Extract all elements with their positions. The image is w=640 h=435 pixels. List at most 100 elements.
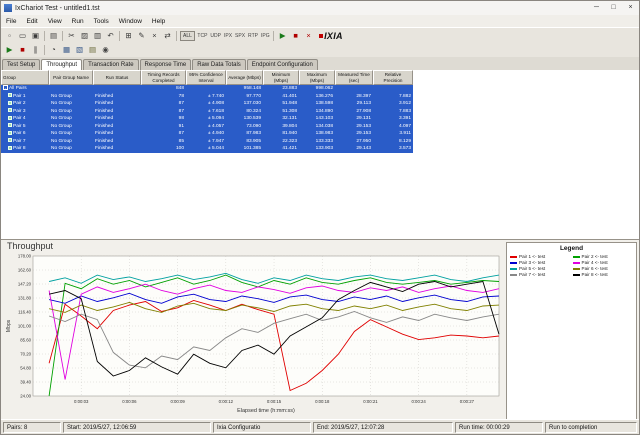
run-test-icon[interactable]: ▶: [277, 30, 289, 42]
app-icon: [4, 4, 12, 12]
table-cell: 3.912: [373, 100, 413, 108]
column-header-timing-records-completed[interactable]: Timing Records Completed: [141, 70, 186, 85]
settings-icon[interactable]: ◉: [100, 44, 112, 56]
svg-text:0:00:12: 0:00:12: [219, 399, 234, 404]
pair-checkbox-icon[interactable]: [8, 123, 12, 127]
column-header-group[interactable]: Group: [1, 70, 49, 85]
table-row-pair-7[interactable]: Pair 7No GroupFinished85± 7.94783.90522.…: [1, 138, 413, 146]
report-icon[interactable]: ▤: [87, 44, 99, 56]
tree-label: Pair 4: [1, 115, 49, 123]
open-test-icon[interactable]: ▭: [17, 30, 29, 42]
column-header-95-confidence-interval[interactable]: 95% Confidence Interval: [186, 70, 226, 85]
legend-color-sample: [573, 256, 580, 258]
table-row-pair-1[interactable]: Pair 1No GroupFinished78± 7.74097.77041.…: [1, 93, 413, 101]
paste-icon[interactable]: ▥: [92, 30, 104, 42]
legend-label: Pair 8 <- test: [582, 272, 608, 277]
pair-checkbox-icon[interactable]: [8, 138, 12, 142]
delete-pair-icon[interactable]: ×: [149, 30, 161, 42]
table-row-pair-8[interactable]: Pair 8No GroupFinished100± 5.044101.3854…: [1, 145, 413, 153]
add-pair-icon[interactable]: ⊞: [123, 30, 135, 42]
status-run-time: Run time: 00:00:29: [455, 422, 543, 433]
tree-collapse-icon[interactable]: -: [3, 85, 8, 90]
table-cell: 87: [141, 100, 186, 108]
tab-endpoint-configuration[interactable]: Endpoint Configuration: [247, 59, 318, 70]
clear-results-icon[interactable]: ×: [303, 30, 315, 42]
pause-icon[interactable]: ∥: [30, 44, 42, 56]
pair-checkbox-icon[interactable]: [8, 108, 12, 112]
menu-window[interactable]: Window: [114, 18, 147, 25]
column-header-average-mbps-[interactable]: Average (Mbps): [226, 70, 263, 85]
pair-checkbox-icon[interactable]: [8, 146, 12, 150]
table-row-pair-5[interactable]: Pair 5No GroupFinished91± 4.05773.09039.…: [1, 123, 413, 131]
spx-protocol-label[interactable]: SPX: [234, 33, 247, 39]
status-start-time: Start: 2019/5/27, 12:06:59: [63, 422, 211, 433]
tab-response-time[interactable]: Response Time: [140, 59, 192, 70]
column-header-run-status[interactable]: Run Status: [93, 70, 141, 85]
menu-view[interactable]: View: [43, 18, 67, 25]
column-header-relative-precision[interactable]: Relative Precision: [373, 70, 413, 85]
menu-tools[interactable]: Tools: [89, 18, 114, 25]
new-test-icon[interactable]: ▫: [4, 30, 16, 42]
column-header-maximum-mbps-[interactable]: Maximum (Mbps): [299, 70, 335, 85]
grid-view-icon[interactable]: ▦: [61, 44, 73, 56]
table-cell: 138.983: [299, 130, 335, 138]
table-cell: [373, 85, 413, 93]
legend-color-sample: [573, 268, 580, 270]
all-protocols-button[interactable]: ALL: [180, 31, 195, 41]
menu-run[interactable]: Run: [67, 18, 89, 25]
close-button[interactable]: ×: [622, 1, 639, 15]
tcp-protocol-label[interactable]: TCP: [196, 33, 209, 39]
run-icon[interactable]: ▶: [4, 44, 16, 56]
minimize-button[interactable]: ─: [588, 1, 605, 15]
print-icon[interactable]: ▤: [48, 30, 60, 42]
connect-endpoints-icon[interactable]: ⇄: [162, 30, 174, 42]
undo-icon[interactable]: ↶: [105, 30, 117, 42]
ipx-protocol-label[interactable]: IPX: [222, 33, 233, 39]
toolbar-separator: [44, 31, 45, 41]
menu-help[interactable]: Help: [147, 18, 170, 25]
rtp-protocol-label[interactable]: RTP: [247, 33, 260, 39]
table-cell: Finished: [93, 93, 141, 101]
save-test-icon[interactable]: ▣: [30, 30, 42, 42]
tab-throughput[interactable]: Throughput: [41, 59, 82, 70]
timer-icon[interactable]: ◔: [48, 44, 60, 56]
table-cell: 51.948: [263, 100, 299, 108]
pair-checkbox-icon[interactable]: [8, 131, 12, 135]
pair-checkbox-icon[interactable]: [8, 93, 12, 97]
pair-checkbox-icon[interactable]: [8, 101, 12, 105]
copy-icon[interactable]: ▨: [79, 30, 91, 42]
table-cell: 138.598: [299, 100, 335, 108]
table-row-pair-2[interactable]: Pair 2No GroupFinished87± 4.908137.03051…: [1, 100, 413, 108]
legend-panel: Legend Pair 1 <- testPair 2 <- testPair …: [506, 242, 637, 420]
cut-icon[interactable]: ✂: [66, 30, 78, 42]
menu-file[interactable]: File: [1, 18, 21, 25]
tree-label: Pair 1: [1, 93, 49, 101]
title-bar: IxChariot Test - untitled1.tst ─ □ ×: [1, 1, 639, 16]
table-cell: ± 7.618: [186, 108, 226, 116]
stop-icon[interactable]: ■: [17, 44, 29, 56]
maximize-button[interactable]: □: [605, 1, 622, 15]
column-header-pair-group-name[interactable]: Pair Group Name: [49, 70, 93, 85]
column-header-minimum-mbps-[interactable]: Minimum (Mbps): [263, 70, 299, 85]
column-header-measured-time-sec-[interactable]: Measured Time (sec): [335, 70, 373, 85]
legend-title: Legend: [507, 245, 636, 252]
udp-protocol-label[interactable]: UDP: [209, 33, 223, 39]
table-row-pair-4[interactable]: Pair 4No GroupFinished98± 5.094130.53932…: [1, 115, 413, 123]
legend-label: Pair 6 <- test: [582, 266, 608, 271]
tab-test-setup[interactable]: Test Setup: [2, 59, 40, 70]
ipg-protocol-label[interactable]: IPG: [259, 33, 271, 39]
table-row-pair-3[interactable]: Pair 3No GroupFinished87± 7.61880.32451.…: [1, 108, 413, 116]
menu-edit[interactable]: Edit: [21, 18, 42, 25]
tab-transaction-rate[interactable]: Transaction Rate: [83, 59, 138, 70]
pair-checkbox-icon[interactable]: [8, 116, 12, 120]
toolbar-separator: [273, 31, 274, 41]
chart-view-icon[interactable]: ▧: [74, 44, 86, 56]
tab-raw-data-totals[interactable]: Raw Data Totals: [192, 59, 246, 70]
table-row-all-pairs[interactable]: -All Pairs848958.14823.883998.062: [1, 85, 413, 93]
legend-color-sample: [573, 262, 580, 264]
stop-test-icon[interactable]: ■: [290, 30, 302, 42]
legend-entries: Pair 1 <- testPair 2 <- testPair 3 <- te…: [507, 253, 636, 278]
legend-color-sample: [510, 256, 517, 258]
edit-pair-icon[interactable]: ✎: [136, 30, 148, 42]
table-row-pair-6[interactable]: Pair 6No GroupFinished87± 4.94087.98381.…: [1, 130, 413, 138]
